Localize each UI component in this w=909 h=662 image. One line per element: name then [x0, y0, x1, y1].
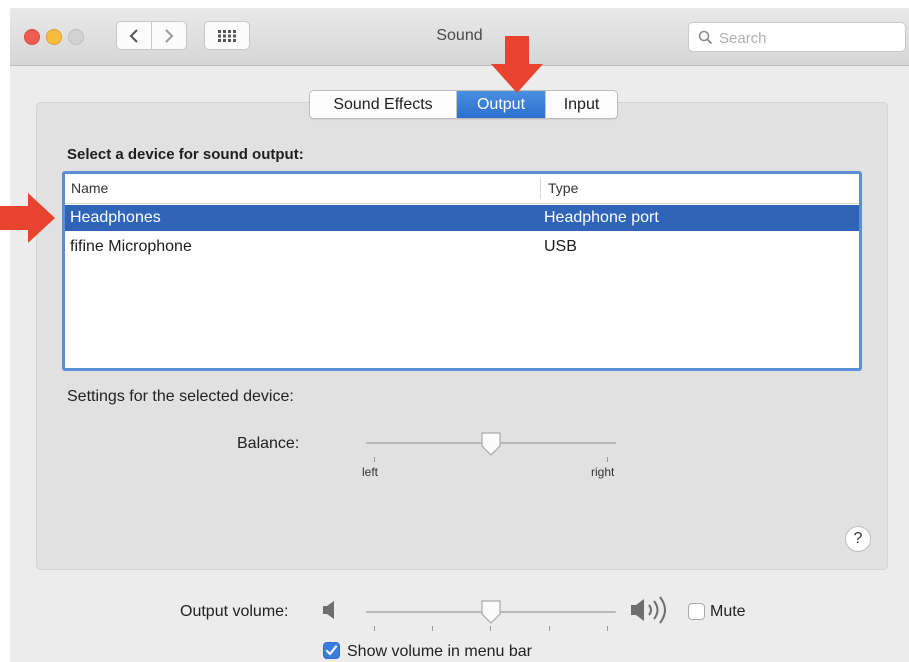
volume-slider-thumb[interactable]	[480, 599, 502, 625]
device-table[interactable]: Name Type Headphones Headphone port fifi…	[62, 171, 862, 371]
arrow-right-icon	[0, 193, 55, 243]
balance-right-label: right	[591, 465, 615, 479]
column-header-name[interactable]: Name	[71, 180, 108, 196]
column-header-type[interactable]: Type	[548, 180, 578, 196]
volume-tick	[374, 626, 375, 631]
help-button[interactable]: ?	[845, 526, 871, 552]
device-name: fifine Microphone	[70, 238, 192, 255]
tab-sound-effects[interactable]: Sound Effects	[310, 91, 457, 118]
balance-tick	[607, 457, 608, 462]
show-volume-checkbox[interactable]	[323, 642, 340, 659]
section-title: Select a device for sound output:	[67, 146, 304, 163]
title-bar: Sound	[10, 8, 909, 66]
device-name: Headphones	[70, 209, 161, 226]
volume-tick	[607, 626, 608, 631]
tab-bar: Sound Effects Output Input	[309, 90, 618, 119]
sound-preferences-window: Sound Sound Effects Output Input Select …	[10, 8, 909, 662]
speaker-high-icon	[631, 596, 666, 624]
balance-left-label: left	[362, 465, 379, 479]
settings-label: Settings for the selected device:	[67, 388, 294, 405]
device-type: Headphone port	[544, 209, 659, 226]
volume-tick	[490, 626, 491, 631]
show-volume-label[interactable]: Show volume in menu bar	[347, 643, 532, 661]
volume-tick	[432, 626, 433, 631]
balance-slider-thumb[interactable]	[480, 431, 502, 457]
mute-label[interactable]: Mute	[710, 603, 746, 621]
device-type: USB	[544, 238, 577, 255]
search-field[interactable]	[688, 22, 906, 52]
tab-input[interactable]: Input	[546, 91, 617, 118]
arrow-down-icon	[491, 36, 543, 93]
balance-label: Balance:	[237, 435, 300, 452]
volume-tick	[549, 626, 550, 631]
search-icon	[698, 30, 713, 45]
speaker-low-icon	[323, 601, 334, 619]
search-input[interactable]	[717, 27, 901, 49]
checkmark-icon	[325, 645, 338, 656]
device-row-fifine-microphone[interactable]: fifine Microphone USB	[65, 234, 859, 260]
table-header: Name Type	[65, 174, 859, 204]
device-row-headphones[interactable]: Headphones Headphone port	[65, 205, 859, 231]
column-divider	[540, 178, 541, 199]
balance-tick	[374, 457, 375, 462]
output-volume-label: Output volume:	[180, 603, 289, 620]
tab-output[interactable]: Output	[457, 91, 546, 118]
mute-checkbox[interactable]	[688, 603, 705, 620]
